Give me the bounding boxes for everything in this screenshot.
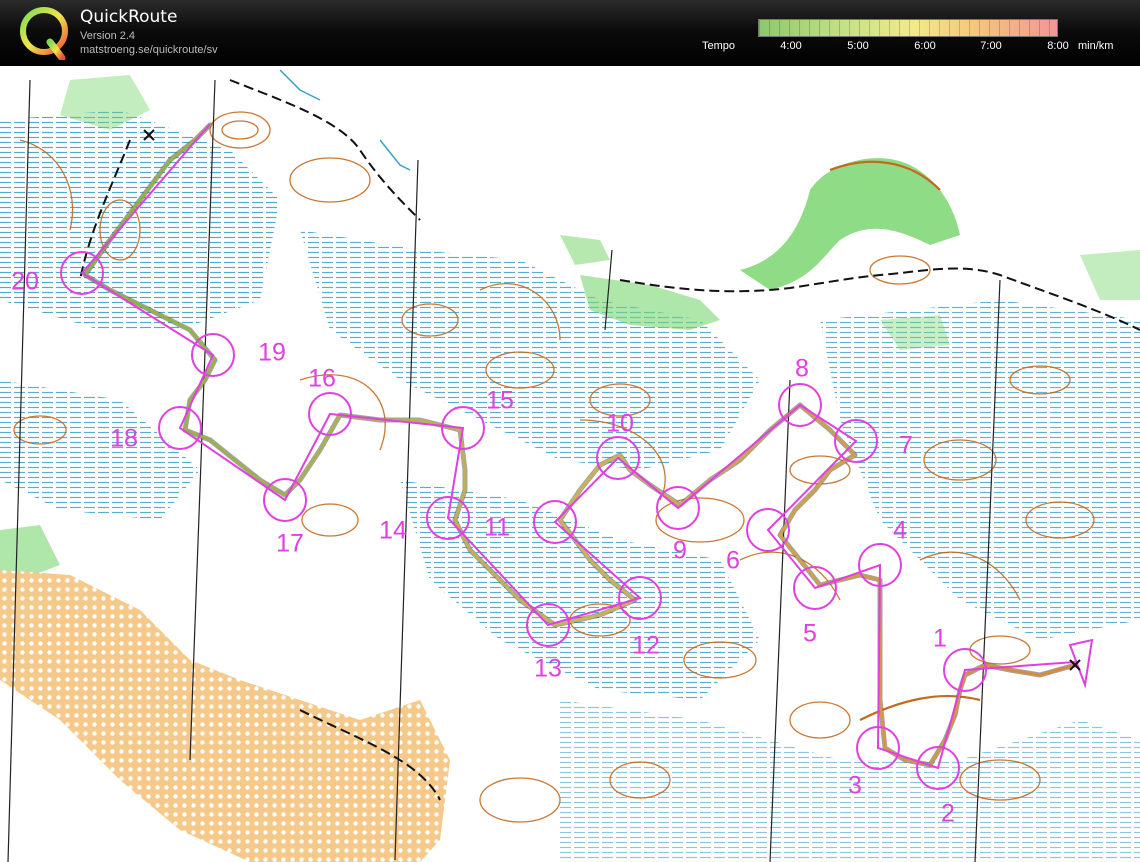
pace-unit-label: min/km: [1078, 40, 1114, 52]
control-number-20: 20: [11, 268, 39, 296]
control-number-9: 9: [673, 537, 687, 565]
control-number-5: 5: [803, 620, 817, 648]
app-url-link[interactable]: matstroeng.se/quickroute/sv: [80, 44, 218, 56]
control-number-16: 16: [308, 365, 336, 393]
pace-color-scale: [758, 19, 1058, 37]
control-number-19: 19: [258, 339, 286, 367]
map-terrain: [0, 66, 1140, 862]
pace-tick-label: 5:00: [847, 40, 869, 52]
control-number-4: 4: [893, 517, 907, 545]
control-number-10: 10: [606, 410, 634, 438]
pace-tick-label: 8:00: [1047, 40, 1069, 52]
control-number-6: 6: [726, 547, 740, 575]
pace-tick-label: 7:00: [980, 40, 1002, 52]
pace-tick-label: 4:00: [780, 40, 802, 52]
header-bar: QuickRoute Version 2.4 matstroeng.se/qui…: [0, 0, 1140, 66]
control-number-11: 11: [484, 514, 510, 542]
pace-scale-label: Tempo: [702, 40, 736, 52]
control-number-15: 15: [486, 387, 514, 415]
control-number-8: 8: [795, 355, 809, 383]
app-title: QuickRoute: [80, 7, 178, 27]
control-number-12: 12: [632, 632, 660, 660]
control-number-7: 7: [899, 432, 913, 460]
quickroute-logo-icon: [20, 7, 68, 60]
control-number-14: 14: [379, 517, 407, 545]
control-number-2: 2: [941, 800, 955, 828]
control-number-13: 13: [534, 655, 562, 683]
control-number-17: 17: [276, 530, 304, 558]
control-number-1: 1: [933, 625, 947, 653]
pace-tick-label: 6:00: [914, 40, 936, 52]
app-version: Version 2.4: [80, 30, 136, 42]
control-number-18: 18: [110, 425, 138, 453]
orienteering-map[interactable]: 1234567891011121314151617181920: [0, 66, 1140, 862]
control-number-3: 3: [848, 772, 862, 800]
